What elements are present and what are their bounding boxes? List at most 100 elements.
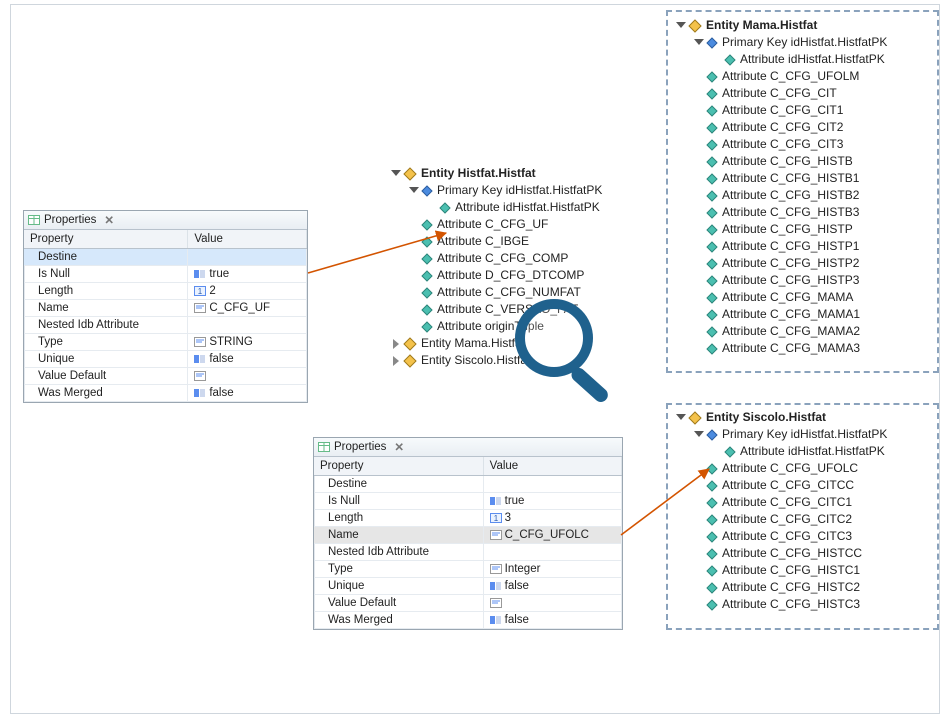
table-row[interactable]: Was Mergedfalse [314, 612, 622, 629]
prop-value: false [483, 612, 621, 629]
prop-value [483, 544, 621, 561]
tree-attr[interactable]: Attribute C_CFG_HISTB [676, 153, 936, 170]
tree-label: Attribute C_CFG_UFOLM [720, 68, 859, 85]
tree-attr[interactable]: Attribute C_CFG_MAMA [676, 289, 936, 306]
tree-label: Attribute C_CFG_UF [435, 216, 548, 233]
table-row[interactable]: Uniquefalse [314, 578, 622, 595]
tree-subentity[interactable]: Entity Siscolo.Histfat [391, 352, 651, 369]
tree-pk[interactable]: Primary Key idHistfat.HistfatPK [676, 34, 936, 51]
tree-entity[interactable]: Entity Siscolo.Histfat [676, 409, 936, 426]
tree-label: Attribute C_CFG_HISTB1 [720, 170, 859, 187]
tree-attr[interactable]: Attribute C_CFG_HISTC1 [676, 562, 936, 579]
tree-attr[interactable]: Attribute C_CFG_CITC2 [676, 511, 936, 528]
tree-attr[interactable]: Attribute C_CFG_HISTB2 [676, 187, 936, 204]
tree-attr[interactable]: Attribute C_CFG_HISTB1 [676, 170, 936, 187]
tree-attr[interactable]: Attribute C_CFG_HISTB3 [676, 204, 936, 221]
prop-value [188, 317, 307, 334]
table-row[interactable]: Is Nulltrue [314, 493, 622, 510]
tree-attr[interactable]: Attribute C_CFG_UF [391, 216, 651, 233]
col-value: Value [188, 230, 307, 249]
prop-value: STRING [188, 334, 307, 351]
tree-pk-attr[interactable]: Attribute idHistfat.HistfatPK [676, 443, 936, 460]
tree-label: Attribute C_CFG_CIT3 [720, 136, 843, 153]
properties-panel-2: Properties ✕ Property Value DestineIs Nu… [313, 437, 623, 630]
tree-entity[interactable]: Entity Mama.Histfat [676, 17, 936, 34]
tree-pk-attr[interactable]: Attribute idHistfat.HistfatPK [391, 199, 651, 216]
table-row[interactable]: Is Nulltrue [24, 266, 307, 283]
table-row[interactable]: Destine [314, 476, 622, 493]
tree-attr[interactable]: Attribute C_VERSAO_FAT [391, 301, 651, 318]
tree-attr[interactable]: Attribute C_CFG_NUMFAT [391, 284, 651, 301]
properties-title: Properties [334, 441, 386, 453]
tree-label: Attribute C_VERSAO_FAT [435, 301, 578, 318]
tree-attr[interactable]: Attribute D_CFG_DTCOMP [391, 267, 651, 284]
table-row[interactable]: NameC_CFG_UF [24, 300, 307, 317]
tree-attr[interactable]: Attribute C_IBGE [391, 233, 651, 250]
tree-attr[interactable]: Attribute C_CFG_HISTC2 [676, 579, 936, 596]
close-glyph[interactable]: ✕ [104, 213, 114, 227]
table-row[interactable]: Length13 [314, 510, 622, 527]
table-row[interactable]: TypeSTRING [24, 334, 307, 351]
prop-value: true [483, 493, 621, 510]
table-row[interactable]: Uniquefalse [24, 351, 307, 368]
table-row[interactable]: Nested Idb Attribute [314, 544, 622, 561]
col-property: Property [24, 230, 188, 249]
table-row[interactable]: Value Default [314, 595, 622, 612]
prop-name: Unique [24, 351, 188, 368]
tree-label: Attribute C_CFG_HISTC3 [720, 596, 860, 613]
prop-value: true [188, 266, 307, 283]
tree-attr[interactable]: Attribute C_CFG_UFOLC [676, 460, 936, 477]
table-row[interactable]: NameC_CFG_UFOLC [314, 527, 622, 544]
tree-pk-attr[interactable]: Attribute idHistfat.HistfatPK [676, 51, 936, 68]
tree-attr[interactable]: Attribute C_CFG_HISTP1 [676, 238, 936, 255]
tree-attr[interactable]: Attribute C_CFG_HISTP2 [676, 255, 936, 272]
tree-mama[interactable]: Entity Mama.HistfatPrimary Key idHistfat… [676, 17, 936, 357]
tree-pk[interactable]: Primary Key idHistfat.HistfatPK [676, 426, 936, 443]
tree-attr[interactable]: Attribute C_CFG_CITC1 [676, 494, 936, 511]
tree-siscolo[interactable]: Entity Siscolo.HistfatPrimary Key idHist… [676, 409, 936, 613]
table-row[interactable]: TypeInteger [314, 561, 622, 578]
tree-subentity[interactable]: Entity Mama.Histfat [391, 335, 651, 352]
table-row[interactable]: Destine [24, 249, 307, 266]
prop-value [483, 595, 621, 612]
table-row[interactable]: Was Mergedfalse [24, 385, 307, 402]
tree-attr[interactable]: Attribute C_CFG_HISTP [676, 221, 936, 238]
tree-attr[interactable]: Attribute C_CFG_CITC3 [676, 528, 936, 545]
close-glyph[interactable]: ✕ [394, 440, 404, 454]
tree-attr[interactable]: Attribute C_CFG_COMP [391, 250, 651, 267]
tree-label: Attribute C_CFG_MAMA2 [720, 323, 860, 340]
tree-attr[interactable]: Attribute C_CFG_MAMA2 [676, 323, 936, 340]
tree-attr[interactable]: Attribute C_CFG_MAMA1 [676, 306, 936, 323]
tree-histfat[interactable]: Entity Histfat.HistfatPrimary Key idHist… [391, 165, 651, 369]
tree-pk[interactable]: Primary Key idHistfat.HistfatPK [391, 182, 651, 199]
tree-label: Attribute C_CFG_HISTCC [720, 545, 862, 562]
tree-label: Attribute C_CFG_HISTC2 [720, 579, 860, 596]
tree-label: Attribute C_CFG_MAMA3 [720, 340, 860, 357]
prop-name: Value Default [314, 595, 483, 612]
tree-attr[interactable]: Attribute C_CFG_CITCC [676, 477, 936, 494]
prop-name: Unique [314, 578, 483, 595]
tree-attr[interactable]: Attribute C_CFG_CIT [676, 85, 936, 102]
tree-label: Attribute C_CFG_HISTC1 [720, 562, 860, 579]
table-row[interactable]: Value Default [24, 368, 307, 385]
tree-attr[interactable]: Attribute C_CFG_CIT3 [676, 136, 936, 153]
tree-label: Primary Key idHistfat.HistfatPK [720, 426, 887, 443]
tree-attr[interactable]: Attribute originTuple [391, 318, 651, 335]
tree-attr[interactable]: Attribute C_CFG_CIT1 [676, 102, 936, 119]
svg-text:1: 1 [198, 287, 203, 296]
prop-name: Destine [24, 249, 188, 266]
tree-attr[interactable]: Attribute C_CFG_UFOLM [676, 68, 936, 85]
table-row[interactable]: Nested Idb Attribute [24, 317, 307, 334]
col-value: Value [483, 457, 621, 476]
tree-attr[interactable]: Attribute C_CFG_HISTCC [676, 545, 936, 562]
tree-attr[interactable]: Attribute C_CFG_MAMA3 [676, 340, 936, 357]
tree-entity[interactable]: Entity Histfat.Histfat [391, 165, 651, 182]
tree-attr[interactable]: Attribute C_CFG_CIT2 [676, 119, 936, 136]
tree-attr[interactable]: Attribute C_CFG_HISTC3 [676, 596, 936, 613]
tree-attr[interactable]: Attribute C_CFG_HISTP3 [676, 272, 936, 289]
tree-label: Attribute C_CFG_HISTB [720, 153, 853, 170]
prop-value: C_CFG_UFOLC [483, 527, 621, 544]
prop-name: Value Default [24, 368, 188, 385]
table-row[interactable]: Length12 [24, 283, 307, 300]
tree-label: Attribute C_CFG_CITC2 [720, 511, 852, 528]
